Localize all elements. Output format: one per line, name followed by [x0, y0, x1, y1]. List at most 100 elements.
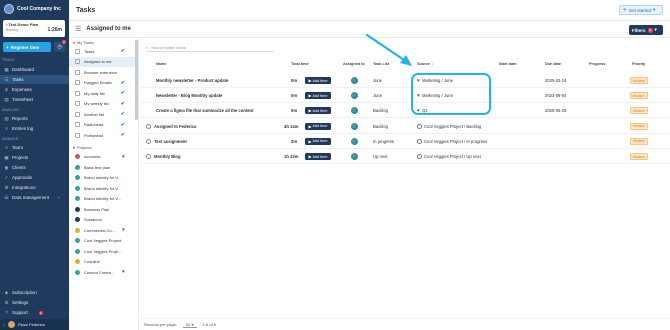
project-item[interactable]: Brand identity for V...	[69, 183, 138, 194]
sidebar-item-tasks[interactable]: ☰ Tasks	[0, 75, 69, 84]
assignee-cell[interactable]	[351, 149, 358, 164]
column-header[interactable]: Due date	[545, 62, 561, 66]
assignee-cell[interactable]	[351, 134, 358, 149]
sidebar-item-subscription[interactable]: ◈ Subscription	[0, 288, 69, 297]
list-item[interactable]: Portishead ✔	[69, 130, 138, 141]
task-name-cell[interactable]: Monthly newsletter - Product update	[156, 73, 228, 88]
project-item[interactable]: Custom Contra... ♥	[69, 267, 138, 278]
project-item[interactable]: Brand identity for V...	[69, 173, 138, 184]
project-item[interactable]: Sussbood	[69, 215, 138, 226]
project-item[interactable]: Cuanlinh	[69, 257, 138, 268]
priority-cell[interactable]: Medium	[630, 103, 648, 118]
user-profile[interactable]: ♪ Rossi Federica	[0, 319, 69, 330]
list-icon	[75, 101, 80, 107]
priority-cell[interactable]: Medium	[630, 134, 648, 149]
sidebar-item-label: Entries log	[12, 126, 34, 131]
sidebar-item-settings[interactable]: ⚙ Settings	[0, 298, 69, 307]
task-name-cell[interactable]: Assigned to Federica	[146, 119, 196, 134]
priority-cell[interactable]: Medium	[630, 119, 648, 134]
table-row[interactable]: Test assignment 3m ▶ Add time In progress Coo…	[140, 134, 670, 149]
menu-toggle-icon[interactable]: ☰	[75, 25, 81, 33]
records-per-page-select[interactable]: 50 ▾	[182, 322, 197, 328]
assignee-cell[interactable]	[351, 73, 358, 88]
column-header[interactable]: Start date	[499, 62, 517, 66]
project-item[interactable]: Commercial Co... ♥	[69, 225, 138, 236]
complete-checkbox[interactable]	[146, 138, 151, 144]
sidebar-item-expenses[interactable]: $ Expenses	[0, 85, 69, 94]
add-time-button[interactable]: ▶ Add time	[305, 107, 331, 115]
task-name-cell[interactable]: Create a figma file that summarize all t…	[156, 103, 254, 118]
column-header[interactable]: Total time	[291, 62, 309, 66]
sidebar-item-support[interactable]: ? Support 1	[0, 308, 69, 317]
column-header[interactable]: Source	[417, 62, 430, 66]
task-name: Assigned to Federica	[154, 123, 197, 129]
table-row[interactable]: Monthly Blog 1h 43m ▶ Add time Up next Cool V…	[140, 149, 670, 164]
task-name-cell[interactable]: Test assignment	[146, 134, 187, 149]
project-item[interactable]: Business Plan	[69, 204, 138, 215]
source-cell[interactable]: Cool Veggies Project / Up next	[417, 149, 481, 164]
filters-button[interactable]: Filters 1 ▾	[629, 25, 663, 35]
list-item[interactable]: Another list ✔	[69, 109, 138, 120]
table-row[interactable]: Assigned to Federica 4h 14m ▶ Add time Backl…	[140, 119, 670, 134]
sidebar-item-clients[interactable]: ◉ Clients	[0, 163, 69, 172]
column-header[interactable]: Assigned to	[343, 62, 365, 66]
list-item-label: My daily list	[84, 90, 105, 96]
list-item[interactable]: Browser extension	[69, 67, 138, 78]
company-switcher[interactable]: Cool Company Inc	[0, 0, 69, 17]
column-header[interactable]: Name	[156, 62, 166, 66]
lists-scrollbar[interactable]	[135, 40, 138, 120]
list-item[interactable]: Tasks ✔	[69, 46, 138, 57]
list-item-label: Tasks	[84, 48, 95, 54]
sidebar-item-reports[interactable]: ▥ Reports	[0, 114, 69, 123]
get-started-button[interactable]: ✈ Get started ▾	[619, 5, 663, 15]
column-header[interactable]: Progress	[589, 62, 605, 66]
my-tasks-group[interactable]: ▾ My Tasks	[69, 38, 138, 46]
sidebar-item-timesheet[interactable]: ▤ Timesheet	[0, 95, 69, 104]
sidebar-item-entries-log[interactable]: ≡ Entries log	[0, 124, 69, 133]
sidebar-item-projects[interactable]: ▣ Projects	[0, 153, 69, 162]
timer-mode-button[interactable]: ◷ 1	[54, 40, 66, 52]
add-time-button[interactable]: ▶ Add time	[305, 92, 331, 100]
sidebar-item-integrations[interactable]: ⚙ Integrations	[0, 183, 69, 192]
source-cell[interactable]: Cool Veggies Project / In progress	[417, 134, 487, 149]
sidebar-item-team[interactable]: ☺ Team	[0, 143, 69, 152]
register-time-button[interactable]: + Register time	[3, 42, 51, 52]
complete-checkbox[interactable]	[146, 154, 151, 159]
sidebar-item-approvals[interactable]: ✓ Approvals	[0, 173, 69, 182]
list-item[interactable]: My daily list ✔	[69, 88, 138, 99]
priority-cell[interactable]: Medium	[630, 73, 648, 88]
project-item[interactable]: Cool Veggies Proje...	[69, 246, 138, 257]
assignee-cell[interactable]	[351, 103, 358, 118]
project-item[interactable]: Cool Veggies Project	[69, 236, 138, 247]
running-timer[interactable]: • Test Demo Plan Backlog 1:26m	[3, 20, 65, 37]
list-item[interactable]: Radiohead ✔	[69, 120, 138, 131]
table-row[interactable]: Newsletter - Blog Monthly update 0m ▶ Add t…	[140, 88, 670, 104]
task-name-cell[interactable]: Newsletter - Blog Monthly update	[156, 88, 222, 103]
column-header[interactable]: Task List	[373, 62, 389, 66]
column-header[interactable]: Priority	[632, 62, 645, 66]
table-row[interactable]: Monthly newsletter - Product update 0m ▶ Ad…	[140, 73, 670, 88]
priority-cell[interactable]: Medium	[630, 88, 648, 103]
list-item[interactable]: My weekly list ✔	[69, 99, 138, 110]
priority-cell[interactable]: Medium	[630, 149, 648, 164]
add-time-button[interactable]: ▶ Add time	[305, 137, 331, 145]
assignee-cell[interactable]	[351, 88, 358, 103]
add-time-button[interactable]: ▶ Add time	[305, 77, 331, 84]
project-item[interactable]: Brand identity for V...	[69, 194, 138, 205]
sidebar-item-dashboard[interactable]: ▦ Dashboard	[0, 65, 69, 74]
table-row[interactable]: Create a figma file that summarize all t…	[140, 103, 670, 119]
source-cell[interactable]: Cool Veggies Project / Backlog	[417, 119, 481, 134]
complete-checkbox[interactable]	[146, 123, 151, 129]
sidebar-item-data-management[interactable]: ⛁ Data management ›	[0, 193, 69, 202]
add-time-button[interactable]: ▶ Add time	[305, 153, 331, 160]
search-input[interactable]: ⌕ Search within tasks	[146, 43, 274, 52]
projects-group[interactable]: ▾ Projects	[69, 144, 138, 152]
list-item[interactable]: Assigned to me	[69, 56, 138, 67]
task-name-cell[interactable]: Monthly Blog	[146, 149, 181, 164]
project-item[interactable]: Basic test plan	[69, 162, 138, 173]
project-item[interactable]: Accounts ♥	[69, 152, 138, 163]
assignee-cell[interactable]	[351, 119, 358, 134]
list-item[interactable]: Flagged Emails ✔	[69, 78, 138, 89]
add-time-button[interactable]: ▶ Add time	[305, 122, 331, 130]
play-icon: ▶	[308, 109, 312, 114]
